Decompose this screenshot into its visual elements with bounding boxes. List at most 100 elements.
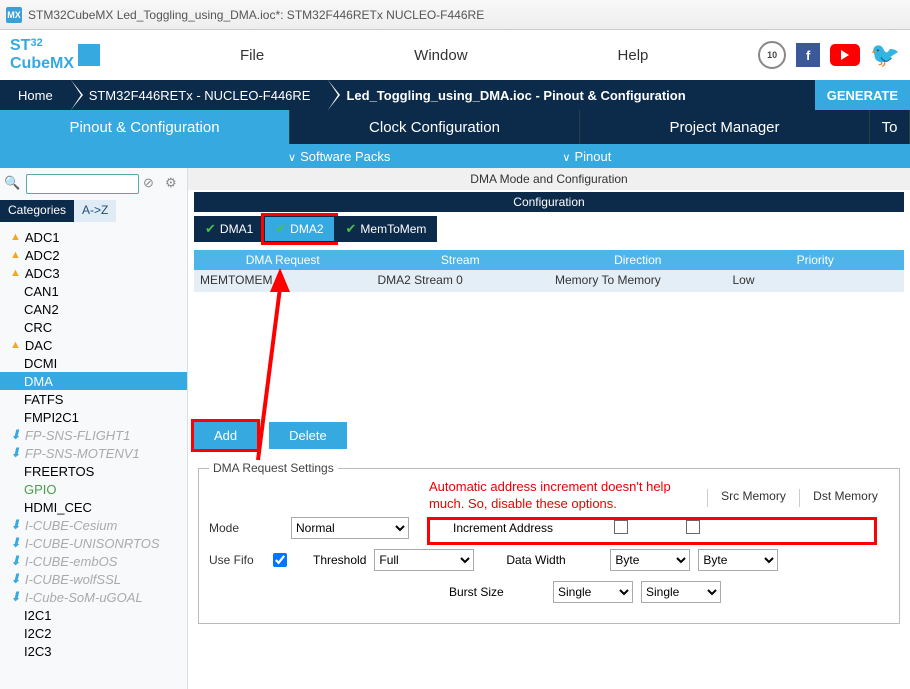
check-icon: ✔ <box>346 221 357 237</box>
cube-icon <box>78 44 100 66</box>
dma-request-settings: DMA Request Settings Automatic address i… <box>198 461 900 624</box>
configuration-header: Configuration <box>194 192 904 212</box>
sidebar-item-dcmi[interactable]: DCMI <box>0 354 187 372</box>
settings-gear-icon[interactable]: ⚙ <box>165 175 183 193</box>
mode-label: Mode <box>209 521 283 535</box>
src-increment-checkbox[interactable] <box>614 520 628 534</box>
sidebar-item-i-cube-som-ugoal[interactable]: ⬇I-Cube-SoM-uGOAL <box>0 588 187 606</box>
tab-memtomem[interactable]: ✔MemToMem <box>335 216 438 242</box>
content-pane: DMA Mode and Configuration Configuration… <box>188 168 910 689</box>
sidebar-item-dac[interactable]: ▲DAC <box>0 336 187 354</box>
sidebar-item-can1[interactable]: CAN1 <box>0 282 187 300</box>
sidebar-item-i2c3[interactable]: I2C3 <box>0 642 187 660</box>
generate-button[interactable]: GENERATE <box>815 80 910 110</box>
sidebar-item-adc1[interactable]: ▲ADC1 <box>0 228 187 246</box>
main-tabs: Pinout & Configuration Clock Configurati… <box>0 110 910 144</box>
tab-az[interactable]: A->Z <box>74 200 116 222</box>
window-title: STM32CubeMX Led_Toggling_using_DMA.ioc*:… <box>28 8 484 22</box>
peripheral-list[interactable]: ▲ADC1▲ADC2▲ADC3CAN1CAN2CRC▲DACDCMIDMAFAT… <box>0 222 187 689</box>
warning-icon: ▲ <box>10 267 21 279</box>
sidebar-item-hdmi_cec[interactable]: HDMI_CEC <box>0 498 187 516</box>
src-datawidth-select[interactable]: Byte <box>610 549 690 571</box>
tab-clock[interactable]: Clock Configuration <box>290 110 580 144</box>
sidebar-item-freertos[interactable]: FREERTOS <box>0 462 187 480</box>
download-icon: ⬇ <box>10 571 21 587</box>
dst-memory-header: Dst Memory <box>799 489 891 507</box>
tab-pinout[interactable]: Pinout & Configuration <box>0 110 290 144</box>
pinout-dropdown[interactable]: ∨Pinout <box>546 149 627 164</box>
content-header: DMA Mode and Configuration <box>188 168 910 190</box>
threshold-select[interactable]: Full <box>374 549 474 571</box>
delete-button[interactable]: Delete <box>269 422 347 449</box>
sidebar-item-fp-sns-motenv1[interactable]: ⬇FP-SNS-MOTENV1 <box>0 444 187 462</box>
window-title-bar: MX STM32CubeMX Led_Toggling_using_DMA.io… <box>0 0 910 30</box>
sidebar-item-gpio[interactable]: GPIO <box>0 480 187 498</box>
usefifo-label: Use Fifo <box>209 553 265 567</box>
youtube-icon[interactable] <box>830 44 860 66</box>
menu-help[interactable]: Help <box>618 47 649 64</box>
usefifo-checkbox[interactable] <box>273 553 287 567</box>
sidebar-item-i2c2[interactable]: I2C2 <box>0 624 187 642</box>
tab-categories[interactable]: Categories <box>0 200 74 222</box>
sidebar-item-fmpi2c1[interactable]: FMPI2C1 <box>0 408 187 426</box>
anniversary-badge: 10 <box>758 41 786 69</box>
sub-toolbar: ∨Software Packs ∨Pinout <box>0 144 910 168</box>
sidebar-item-i-cube-embos[interactable]: ⬇I-CUBE-embOS <box>0 552 187 570</box>
sidebar-item-i-cube-wolfssl[interactable]: ⬇I-CUBE-wolfSSL <box>0 570 187 588</box>
tab-dma1[interactable]: ✔DMA1 <box>194 216 264 242</box>
sidebar-item-i-cube-cesium[interactable]: ⬇I-CUBE-Cesium <box>0 516 187 534</box>
breadcrumb-part[interactable]: STM32F446RETx - NUCLEO-F446RE <box>71 80 329 110</box>
tab-tools[interactable]: To <box>870 110 910 144</box>
increment-address-label: Increment Address <box>453 521 583 535</box>
search-clear-icon[interactable]: ⊘ <box>143 175 161 193</box>
menu-file[interactable]: File <box>240 47 264 64</box>
check-icon: ✔ <box>205 221 216 237</box>
app-icon: MX <box>6 7 22 23</box>
tab-dma2[interactable]: ✔DMA2 <box>264 216 334 242</box>
download-icon: ⬇ <box>10 427 21 443</box>
mode-select[interactable]: Normal <box>291 517 409 539</box>
sidebar-item-dma[interactable]: DMA <box>0 372 187 390</box>
sidebar-item-i2c1[interactable]: I2C1 <box>0 606 187 624</box>
dma-table-row[interactable]: MEMTOMEM DMA2 Stream 0 Memory To Memory … <box>194 270 904 292</box>
check-icon: ✔ <box>275 221 286 237</box>
search-icon[interactable]: 🔍 <box>4 175 22 193</box>
facebook-icon[interactable]: f <box>796 43 820 67</box>
search-input[interactable] <box>26 174 139 194</box>
add-button[interactable]: Add <box>194 422 257 449</box>
dma-table-header: DMA Request Stream Direction Priority <box>194 250 904 270</box>
breadcrumb: Home STM32F446RETx - NUCLEO-F446RE Led_T… <box>0 80 910 110</box>
breadcrumb-home[interactable]: Home <box>0 80 71 110</box>
download-icon: ⬇ <box>10 535 21 551</box>
sidebar-item-i-cube-unisonrtos[interactable]: ⬇I-CUBE-UNISONRTOS <box>0 534 187 552</box>
dst-increment-checkbox[interactable] <box>686 520 700 534</box>
breadcrumb-project[interactable]: Led_Toggling_using_DMA.ioc - Pinout & Co… <box>328 80 703 110</box>
annotation-text: Automatic address increment doesn't help… <box>429 479 689 513</box>
sidebar: 🔍 ⊘ ⚙ Categories A->Z ▲ADC1▲ADC2▲ADC3CAN… <box>0 168 188 689</box>
download-icon: ⬇ <box>10 589 21 605</box>
software-packs-dropdown[interactable]: ∨Software Packs <box>272 149 406 164</box>
menu-window[interactable]: Window <box>414 47 467 64</box>
warning-icon: ▲ <box>10 339 21 351</box>
sidebar-item-fatfs[interactable]: FATFS <box>0 390 187 408</box>
dst-datawidth-select[interactable]: Byte <box>698 549 778 571</box>
cubemx-logo: ST32CubeMX <box>10 37 100 73</box>
datawidth-label: Data Width <box>506 553 602 567</box>
src-memory-header: Src Memory <box>707 489 799 507</box>
tab-project[interactable]: Project Manager <box>580 110 870 144</box>
download-icon: ⬇ <box>10 517 21 533</box>
burstsize-label: Burst Size <box>449 585 545 599</box>
warning-icon: ▲ <box>10 231 21 243</box>
download-icon: ⬇ <box>10 553 21 569</box>
top-toolbar: ST32CubeMX File Window Help 10 f 🐦 <box>0 30 910 80</box>
sidebar-item-crc[interactable]: CRC <box>0 318 187 336</box>
sidebar-item-fp-sns-flight1[interactable]: ⬇FP-SNS-FLIGHT1 <box>0 426 187 444</box>
src-burst-select[interactable]: Single <box>553 581 633 603</box>
dst-burst-select[interactable]: Single <box>641 581 721 603</box>
sidebar-item-adc2[interactable]: ▲ADC2 <box>0 246 187 264</box>
sidebar-item-adc3[interactable]: ▲ADC3 <box>0 264 187 282</box>
sidebar-item-can2[interactable]: CAN2 <box>0 300 187 318</box>
warning-icon: ▲ <box>10 249 21 261</box>
threshold-label: Threshold <box>313 553 366 567</box>
twitter-icon[interactable]: 🐦 <box>870 41 900 70</box>
